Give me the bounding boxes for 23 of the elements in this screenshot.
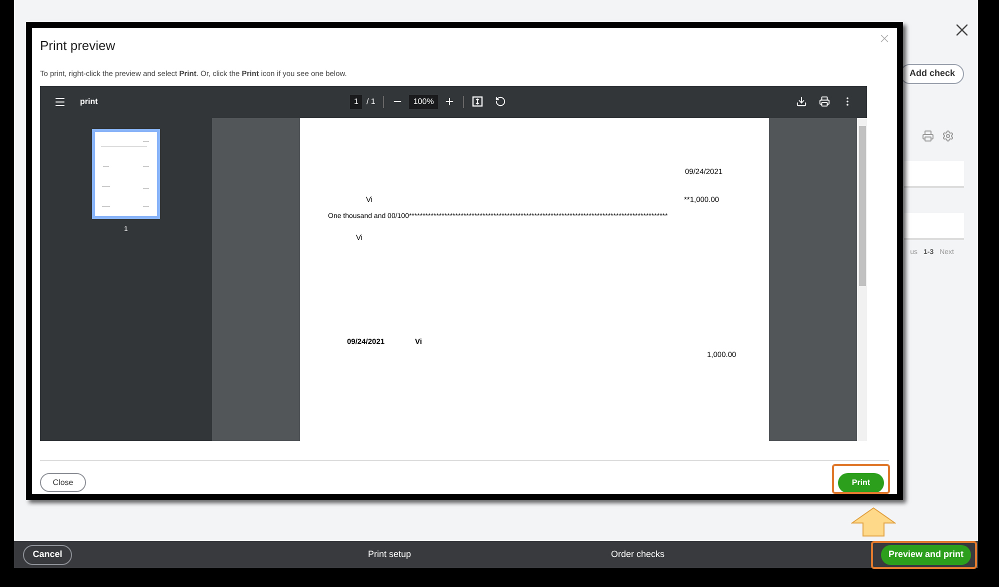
download-icon[interactable] — [796, 96, 807, 108]
order-checks-link[interactable]: Order checks — [611, 548, 665, 562]
input-field[interactable] — [904, 161, 964, 188]
input-field[interactable] — [904, 213, 964, 240]
file-name: print — [80, 96, 99, 108]
zoom-in-icon[interactable] — [444, 96, 455, 108]
page-total: / 1 — [366, 96, 376, 108]
dialog-title: Print preview — [40, 37, 116, 55]
up-arrow-icon — [851, 507, 896, 537]
highlight-frame — [832, 464, 890, 494]
fit-page-icon[interactable] — [472, 96, 483, 108]
settings-icon[interactable] — [942, 130, 954, 142]
page-thumbnail[interactable] — [92, 128, 160, 219]
print-icon[interactable] — [819, 96, 830, 108]
rotate-icon[interactable] — [494, 96, 506, 108]
print-setup-link[interactable]: Print setup — [368, 548, 412, 562]
printer-icon[interactable] — [922, 130, 934, 142]
add-check-button[interactable]: Add check — [900, 64, 964, 84]
close-button[interactable]: Close — [40, 473, 86, 492]
page-number-field[interactable]: 1 — [350, 94, 362, 109]
menu-icon[interactable] — [54, 96, 66, 108]
zoom-field[interactable]: 100% — [409, 94, 438, 109]
cancel-button[interactable]: Cancel — [23, 544, 72, 564]
